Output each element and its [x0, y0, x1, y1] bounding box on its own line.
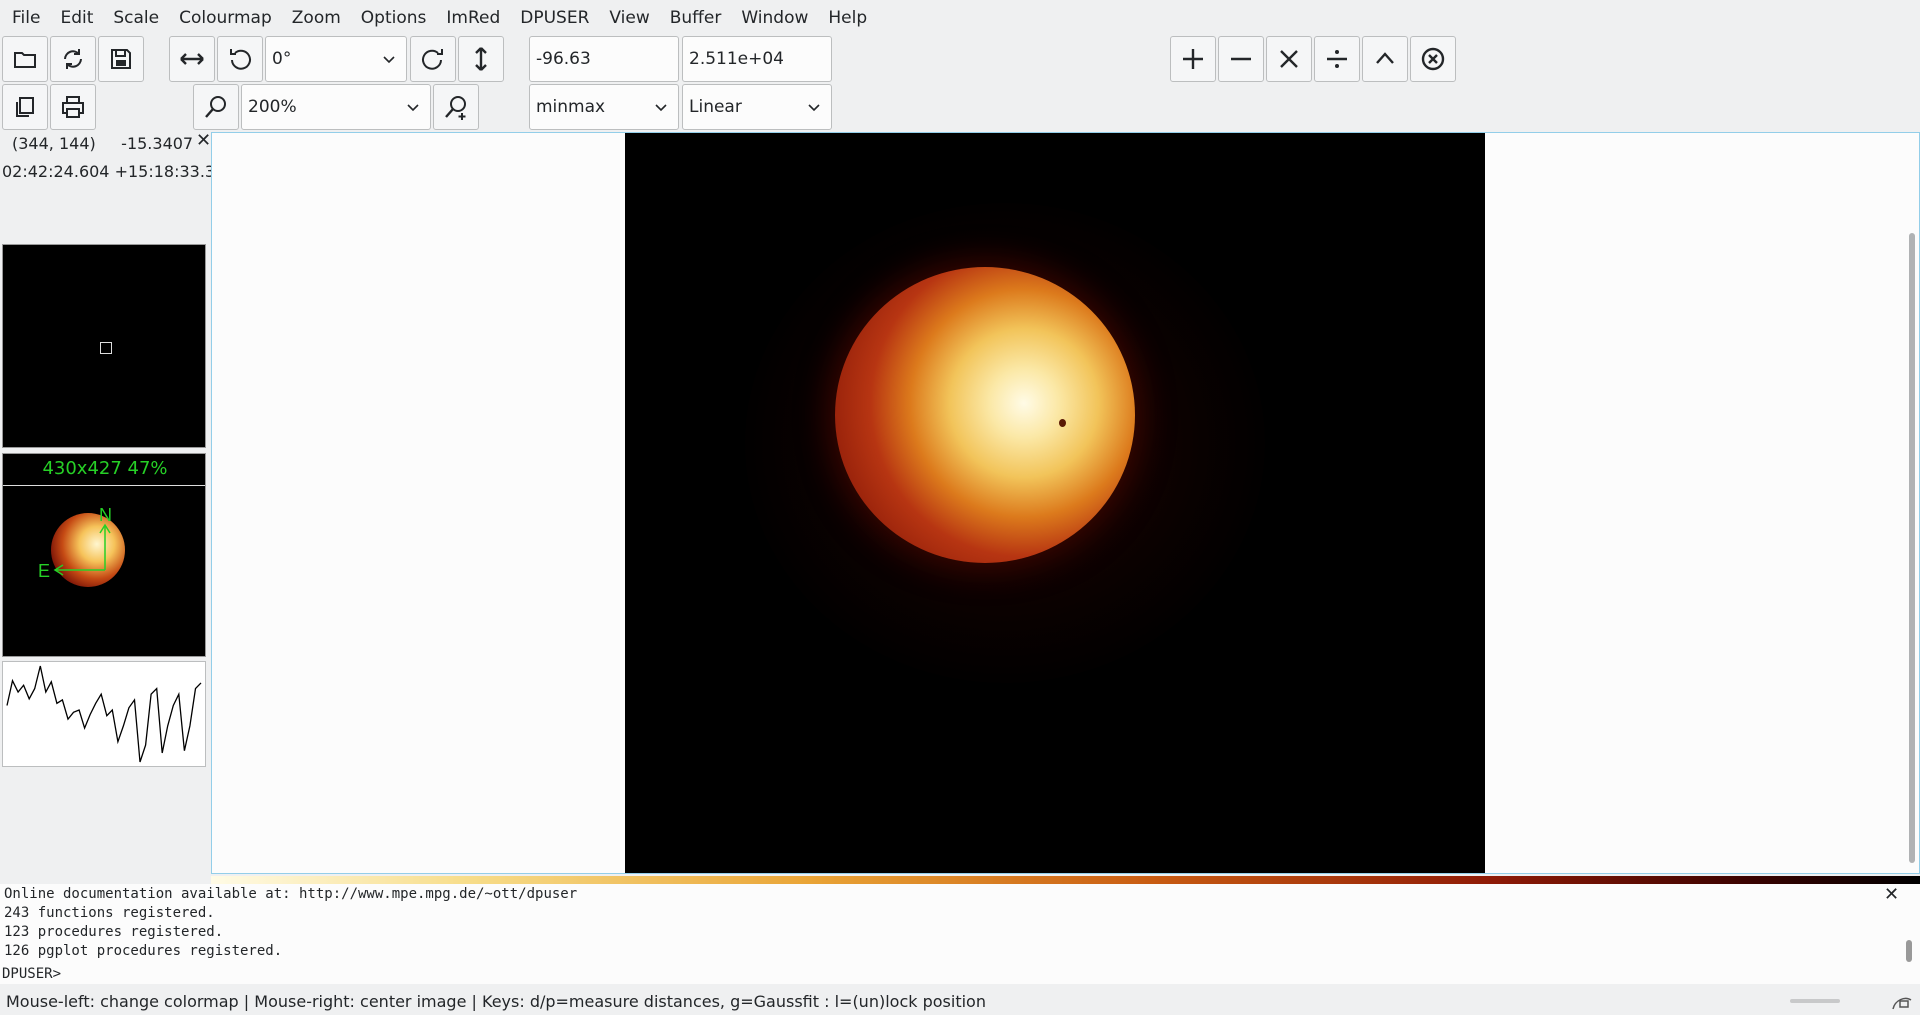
zoom-select[interactable]: 200% [241, 84, 431, 130]
chevron-down-icon [655, 104, 667, 112]
image-canvas[interactable] [625, 133, 1485, 873]
profile-line [6, 665, 202, 763]
vertical-scrollbar[interactable] [1909, 233, 1915, 863]
circle-close-icon [1421, 47, 1445, 71]
rotate-left-icon [230, 49, 251, 70]
flip-horizontal-icon [180, 53, 204, 65]
chevron-down-icon [383, 56, 395, 64]
north-label: N [99, 505, 112, 525]
scale-method-value: minmax [536, 97, 606, 117]
console-panel[interactable]: Online documentation available at: http:… [0, 884, 1920, 984]
copy-icon [16, 97, 34, 117]
cursor-world-coords: 02:42:24.604 +15:18:33.37 [2, 162, 226, 181]
zoom-in-icon [445, 96, 466, 120]
printer-icon [62, 96, 84, 118]
planet-disk [835, 267, 1135, 563]
subtract-button[interactable] [1218, 36, 1264, 82]
overview-view[interactable]: 430x427 47% N E [2, 453, 206, 657]
cursor-pixel-readout: (344, 144) -15.3407 [12, 134, 193, 153]
flip-vertical-button[interactable] [458, 36, 504, 82]
console-line: 243 functions registered. [4, 905, 215, 921]
multiply-button[interactable] [1266, 36, 1312, 82]
scale-max-input[interactable]: 2.511e+04 [682, 36, 832, 82]
add-button[interactable] [1170, 36, 1216, 82]
menu-scale[interactable]: Scale [103, 0, 169, 36]
scale-type-select[interactable]: Linear [682, 84, 832, 130]
power-button[interactable] [1362, 36, 1408, 82]
menu-options[interactable]: Options [351, 0, 437, 36]
menu-window[interactable]: Window [731, 0, 818, 36]
caret-up-icon [1376, 52, 1394, 64]
menu-file[interactable]: File [2, 0, 50, 36]
colour-bar[interactable] [211, 876, 1920, 884]
menu-help[interactable]: Help [818, 0, 877, 36]
console-line: Online documentation available at: http:… [4, 886, 578, 902]
menu-zoom[interactable]: Zoom [282, 0, 351, 36]
profile-plot [2, 661, 206, 767]
copy-button[interactable] [2, 84, 48, 130]
status-bar: Mouse-left: change colormap | Mouse-righ… [0, 988, 1920, 1015]
divide-icon [1327, 50, 1347, 68]
scale-min-input[interactable]: -96.63 [529, 36, 679, 82]
cursor-marker [100, 342, 112, 354]
minus-icon [1231, 57, 1251, 61]
save-button[interactable] [98, 36, 144, 82]
console-line: 123 procedures registered. [4, 924, 224, 940]
console-prompt[interactable]: DPUSER> [2, 966, 61, 982]
scale-min-value: -96.63 [536, 49, 591, 69]
magnifier-view [2, 244, 206, 448]
chevron-down-icon [407, 104, 419, 112]
scale-max-value: 2.511e+04 [689, 49, 785, 69]
network-icon [1892, 997, 1912, 1010]
close-panel-button[interactable]: ✕ [196, 130, 211, 151]
menu-dpuser[interactable]: DPUSER [510, 0, 599, 36]
flip-horizontal-button[interactable] [169, 36, 215, 82]
zoom-out-icon [205, 96, 226, 118]
cursor-pixel: (344, 144) [12, 134, 96, 153]
image-viewport[interactable] [211, 132, 1920, 874]
print-button[interactable] [50, 84, 96, 130]
chevron-down-icon [808, 104, 820, 112]
clear-operation-button[interactable] [1410, 36, 1456, 82]
zoom-out-button[interactable] [193, 84, 239, 130]
folder-open-icon [14, 52, 36, 68]
rotate-right-button[interactable] [410, 36, 456, 82]
menu-edit[interactable]: Edit [50, 0, 103, 36]
rotation-value: 0° [272, 49, 292, 69]
disk-spot [1059, 419, 1066, 427]
multiply-icon [1280, 50, 1298, 68]
menu-view[interactable]: View [599, 0, 659, 36]
rotate-left-button[interactable] [217, 36, 263, 82]
save-icon [111, 49, 131, 69]
compass-arrows: N E [38, 505, 112, 581]
reload-icon [64, 49, 82, 69]
cursor-value: -15.3407 [121, 134, 194, 153]
close-console-button[interactable]: ✕ [1884, 884, 1899, 905]
rotate-right-icon [422, 49, 443, 70]
flip-vertical-icon [475, 47, 487, 71]
east-label: E [38, 561, 50, 581]
menubar: File Edit Scale Colourmap Zoom Options I… [0, 0, 1920, 36]
plus-icon [1183, 49, 1203, 69]
status-text: Mouse-left: change colormap | Mouse-righ… [6, 992, 986, 1011]
menu-colourmap[interactable]: Colourmap [169, 0, 282, 36]
console-line: 126 pgplot procedures registered. [4, 943, 283, 959]
scale-method-select[interactable]: minmax [529, 84, 679, 130]
scale-type-value: Linear [689, 97, 742, 117]
reload-button[interactable] [50, 36, 96, 82]
menu-buffer[interactable]: Buffer [660, 0, 732, 36]
console-scrollbar[interactable] [1906, 940, 1912, 962]
divide-button[interactable] [1314, 36, 1360, 82]
zoom-value: 200% [248, 97, 297, 117]
open-button[interactable] [2, 36, 48, 82]
profile-plot-svg [6, 665, 202, 763]
rotation-select[interactable]: 0° [265, 36, 407, 82]
menu-imred[interactable]: ImRed [436, 0, 510, 36]
zoom-in-button[interactable] [433, 84, 479, 130]
status-resize-handle[interactable] [1790, 999, 1840, 1003]
